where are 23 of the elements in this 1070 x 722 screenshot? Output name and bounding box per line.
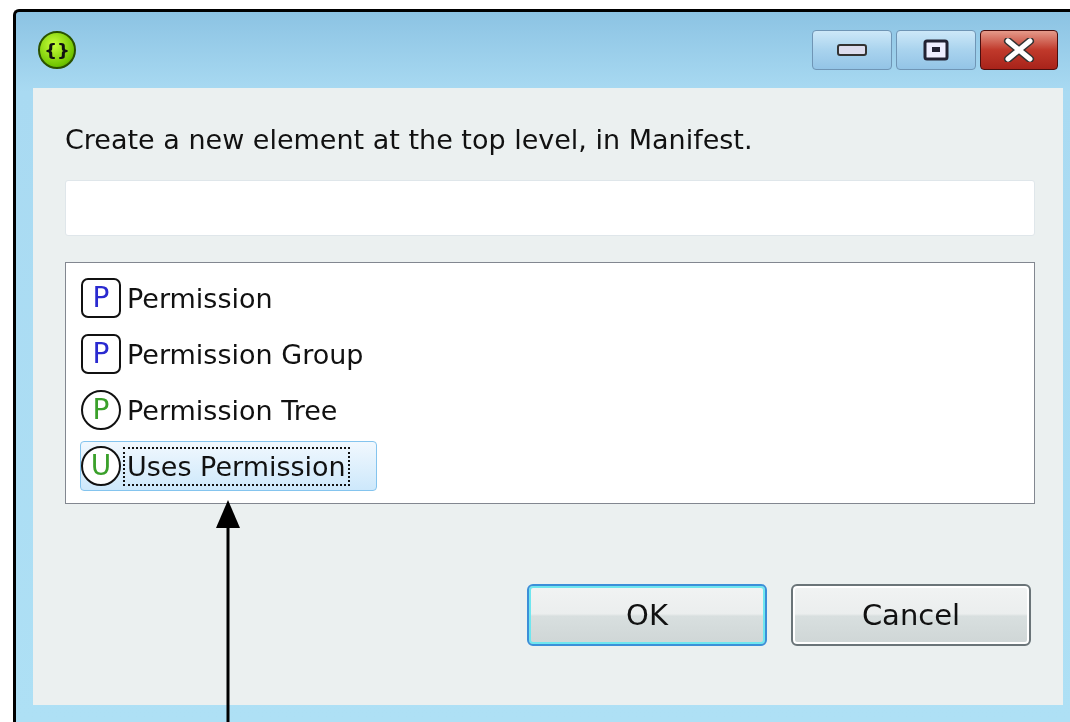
- prompt-text: Create a new element at the top level, in Manifest.: [65, 123, 754, 157]
- list-item[interactable]: P Permission Group: [80, 329, 369, 379]
- list-item[interactable]: P Permission: [80, 273, 278, 323]
- list-item[interactable]: P Permission Tree: [80, 385, 343, 435]
- maximize-icon: [923, 39, 949, 61]
- maximize-button[interactable]: [896, 30, 976, 70]
- item-label: Permission Tree: [126, 393, 339, 428]
- dialog-button[interactable]: Cancel: [791, 584, 1031, 646]
- list-item[interactable]: U Uses Permission: [80, 441, 377, 491]
- minimize-icon: [837, 43, 867, 57]
- filter-field[interactable]: [65, 180, 1035, 236]
- close-icon: [1003, 38, 1035, 62]
- item-label: Uses Permission: [123, 446, 350, 486]
- item-label: Permission Group: [126, 337, 365, 372]
- app-icon: {}: [38, 31, 76, 69]
- item-label: Permission: [126, 281, 274, 316]
- circle-letter-icon: U: [81, 446, 121, 486]
- square-letter-icon: P: [81, 334, 121, 374]
- square-letter-icon: P: [81, 278, 121, 318]
- close-button[interactable]: [980, 30, 1058, 70]
- dialog-button[interactable]: OK: [527, 584, 767, 646]
- minimize-button[interactable]: [812, 30, 892, 70]
- circle-letter-icon: P: [81, 390, 121, 430]
